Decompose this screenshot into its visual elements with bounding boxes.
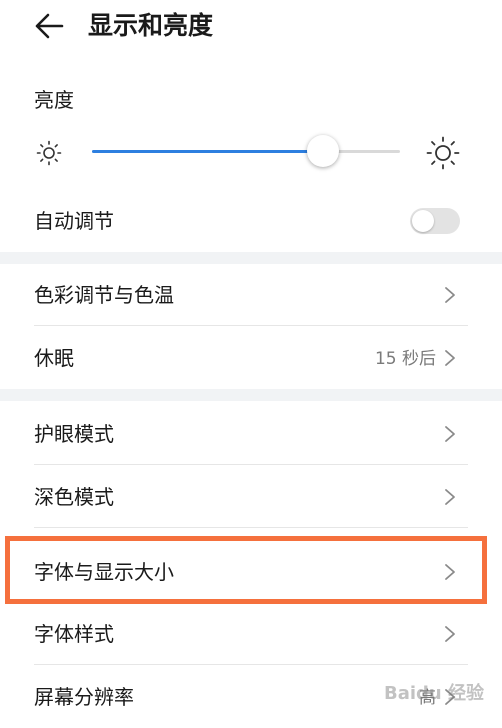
page-title: 显示和亮度 bbox=[88, 11, 214, 40]
sun-large-icon bbox=[426, 136, 460, 170]
divider bbox=[34, 664, 468, 665]
row-label: 深色模式 bbox=[34, 485, 114, 509]
sun-small-icon bbox=[36, 140, 62, 166]
back-arrow-icon[interactable] bbox=[34, 12, 64, 40]
slider-thumb[interactable] bbox=[307, 135, 339, 167]
section-gap bbox=[0, 389, 502, 401]
chevron-right-icon bbox=[445, 350, 455, 366]
row-sleep[interactable]: 休眠 15 秒后 bbox=[0, 327, 502, 389]
row-eye-comfort[interactable]: 护眼模式 bbox=[0, 403, 502, 465]
row-color-temperature[interactable]: 色彩调节与色温 bbox=[0, 264, 502, 326]
row-value: 15 秒后 bbox=[374, 349, 436, 369]
row-label: 护眼模式 bbox=[34, 422, 114, 446]
row-label: 色彩调节与色温 bbox=[34, 283, 174, 307]
slider-fill bbox=[92, 150, 323, 153]
chevron-right-icon bbox=[445, 564, 455, 580]
top-bar: 显示和亮度 bbox=[0, 0, 502, 60]
row-font-style[interactable]: 字体样式 bbox=[0, 603, 502, 665]
chevron-right-icon bbox=[445, 626, 455, 642]
brightness-label: 亮度 bbox=[34, 88, 74, 112]
row-label: 字体与显示大小 bbox=[34, 560, 174, 584]
row-font-display-size[interactable]: 字体与显示大小 bbox=[0, 541, 502, 603]
chevron-right-icon bbox=[445, 426, 455, 442]
section-gap bbox=[0, 252, 502, 264]
brightness-slider[interactable] bbox=[92, 134, 400, 170]
divider bbox=[34, 325, 468, 326]
row-dark-mode[interactable]: 深色模式 bbox=[0, 466, 502, 528]
chevron-right-icon bbox=[445, 287, 455, 303]
divider bbox=[34, 527, 468, 528]
row-label: 屏幕分辨率 bbox=[34, 685, 134, 709]
row-label: 休眠 bbox=[34, 346, 74, 370]
auto-adjust-toggle[interactable] bbox=[410, 208, 460, 234]
divider bbox=[34, 464, 468, 465]
auto-adjust-label: 自动调节 bbox=[34, 209, 114, 233]
toggle-knob bbox=[412, 210, 434, 232]
row-label: 字体样式 bbox=[34, 622, 114, 646]
watermark: Baidu 经验 bbox=[384, 683, 485, 704]
chevron-right-icon bbox=[445, 489, 455, 505]
